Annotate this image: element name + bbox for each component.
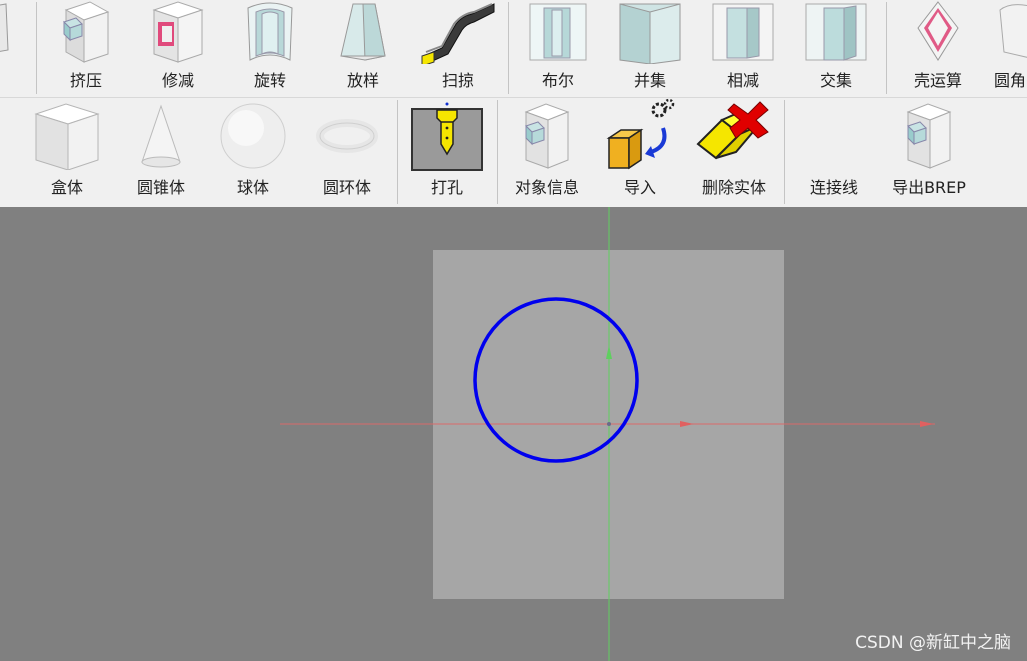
cone-button[interactable]: 圆锥体 [122,98,200,198]
tool-label: 放样 [346,71,379,90]
separator [508,2,509,94]
extrude-icon [63,1,110,63]
connect-line-button[interactable]: 连接线 [796,98,872,198]
delete-solid-icon [696,101,769,160]
intersect-icon [805,3,867,61]
cone-icon [141,104,181,168]
import-button[interactable]: 导入 [601,98,679,198]
tool-label: 连接线 [809,178,858,197]
separator [886,2,887,94]
drill-hole-button[interactable]: 打孔 [408,98,486,198]
subtract-button[interactable]: 相减 [707,0,779,96]
toolbar-row-1: 挤压 修减 旋转 放样 扫掠 布尔 并集 相减 交集 壳运算 圆角 [0,0,1027,98]
shell-icon [917,1,959,61]
torus-button[interactable]: 圆环体 [308,98,386,198]
revolve-icon [247,2,293,61]
sphere-icon [220,103,286,169]
loft-button[interactable]: 放样 [327,0,399,96]
viewport-canvas [280,207,935,661]
export-brep-icon [906,103,952,169]
drill-hole-icon [436,102,458,156]
separator [397,100,398,204]
boolean-icon [529,3,587,61]
tool-label: 圆环体 [322,178,371,197]
loft-icon [340,3,386,61]
separator [784,100,785,204]
tool-label: 修减 [161,71,194,90]
separator [497,100,498,204]
x-axis-arrow-far [920,421,934,427]
extrude-button[interactable]: 挤压 [50,0,122,96]
tool-label: 删除实体 [701,178,766,197]
tool-label: 对象信息 [514,178,579,197]
tool-partial-left[interactable] [0,98,4,198]
partial-shape-icon [0,3,9,52]
tool-label: 球体 [236,178,269,197]
tool-label: 挤压 [69,71,102,90]
union-icon [619,3,681,64]
tool-label: 盒体 [50,178,83,197]
tool-label: 导出BREP [892,178,966,197]
tool-label: 打孔 [430,178,463,197]
tool-label: 旋转 [253,71,286,90]
toolbar: 挤压 修减 旋转 放样 扫掠 布尔 并集 相减 交集 壳运算 圆角 盒体 圆锥体… [0,0,1027,207]
revolve-button[interactable]: 旋转 [234,0,306,96]
tool-label: 圆锥体 [136,178,185,197]
sweep-icon [421,3,495,64]
tool-partial-left[interactable] [0,0,10,96]
object-info-button[interactable]: 对象信息 [508,98,586,198]
sweep-button[interactable]: 扫掠 [418,0,498,96]
intersect-button[interactable]: 交集 [800,0,872,96]
delete-solid-button[interactable]: 删除实体 [694,98,774,198]
subtract-icon [712,3,774,61]
object-info-icon [524,103,570,169]
trim-icon [152,1,204,63]
origin-point [607,422,611,426]
fillet-button[interactable]: 圆角 [990,0,1027,96]
boolean-button[interactable]: 布尔 [522,0,594,96]
watermark: CSDN @新缸中之脑 [855,633,1011,653]
tool-label: 圆角 [994,71,1027,90]
3d-viewport[interactable] [0,207,1027,661]
trim-button[interactable]: 修减 [142,0,214,96]
fillet-icon [999,4,1027,58]
tool-label: 布尔 [541,71,574,90]
separator [36,2,37,94]
tool-label: 交集 [819,71,852,90]
union-button[interactable]: 并集 [614,0,686,96]
toolbar-row-2: 盒体 圆锥体 球体 圆环体 打孔 对象信息 导入 删除实体 连接线 导出BREP [0,98,1027,204]
box-button[interactable]: 盒体 [28,98,106,198]
tool-label: 扫掠 [441,71,474,90]
tool-label: 相减 [726,71,759,90]
box-icon [34,103,100,170]
import-icon [606,98,675,170]
tool-label: 壳运算 [913,71,962,90]
sphere-button[interactable]: 球体 [214,98,292,198]
torus-icon [316,119,378,153]
shell-button[interactable]: 壳运算 [900,0,976,96]
export-brep-button[interactable]: 导出BREP [884,98,974,198]
tool-label: 导入 [623,178,656,197]
tool-label: 并集 [633,71,666,90]
